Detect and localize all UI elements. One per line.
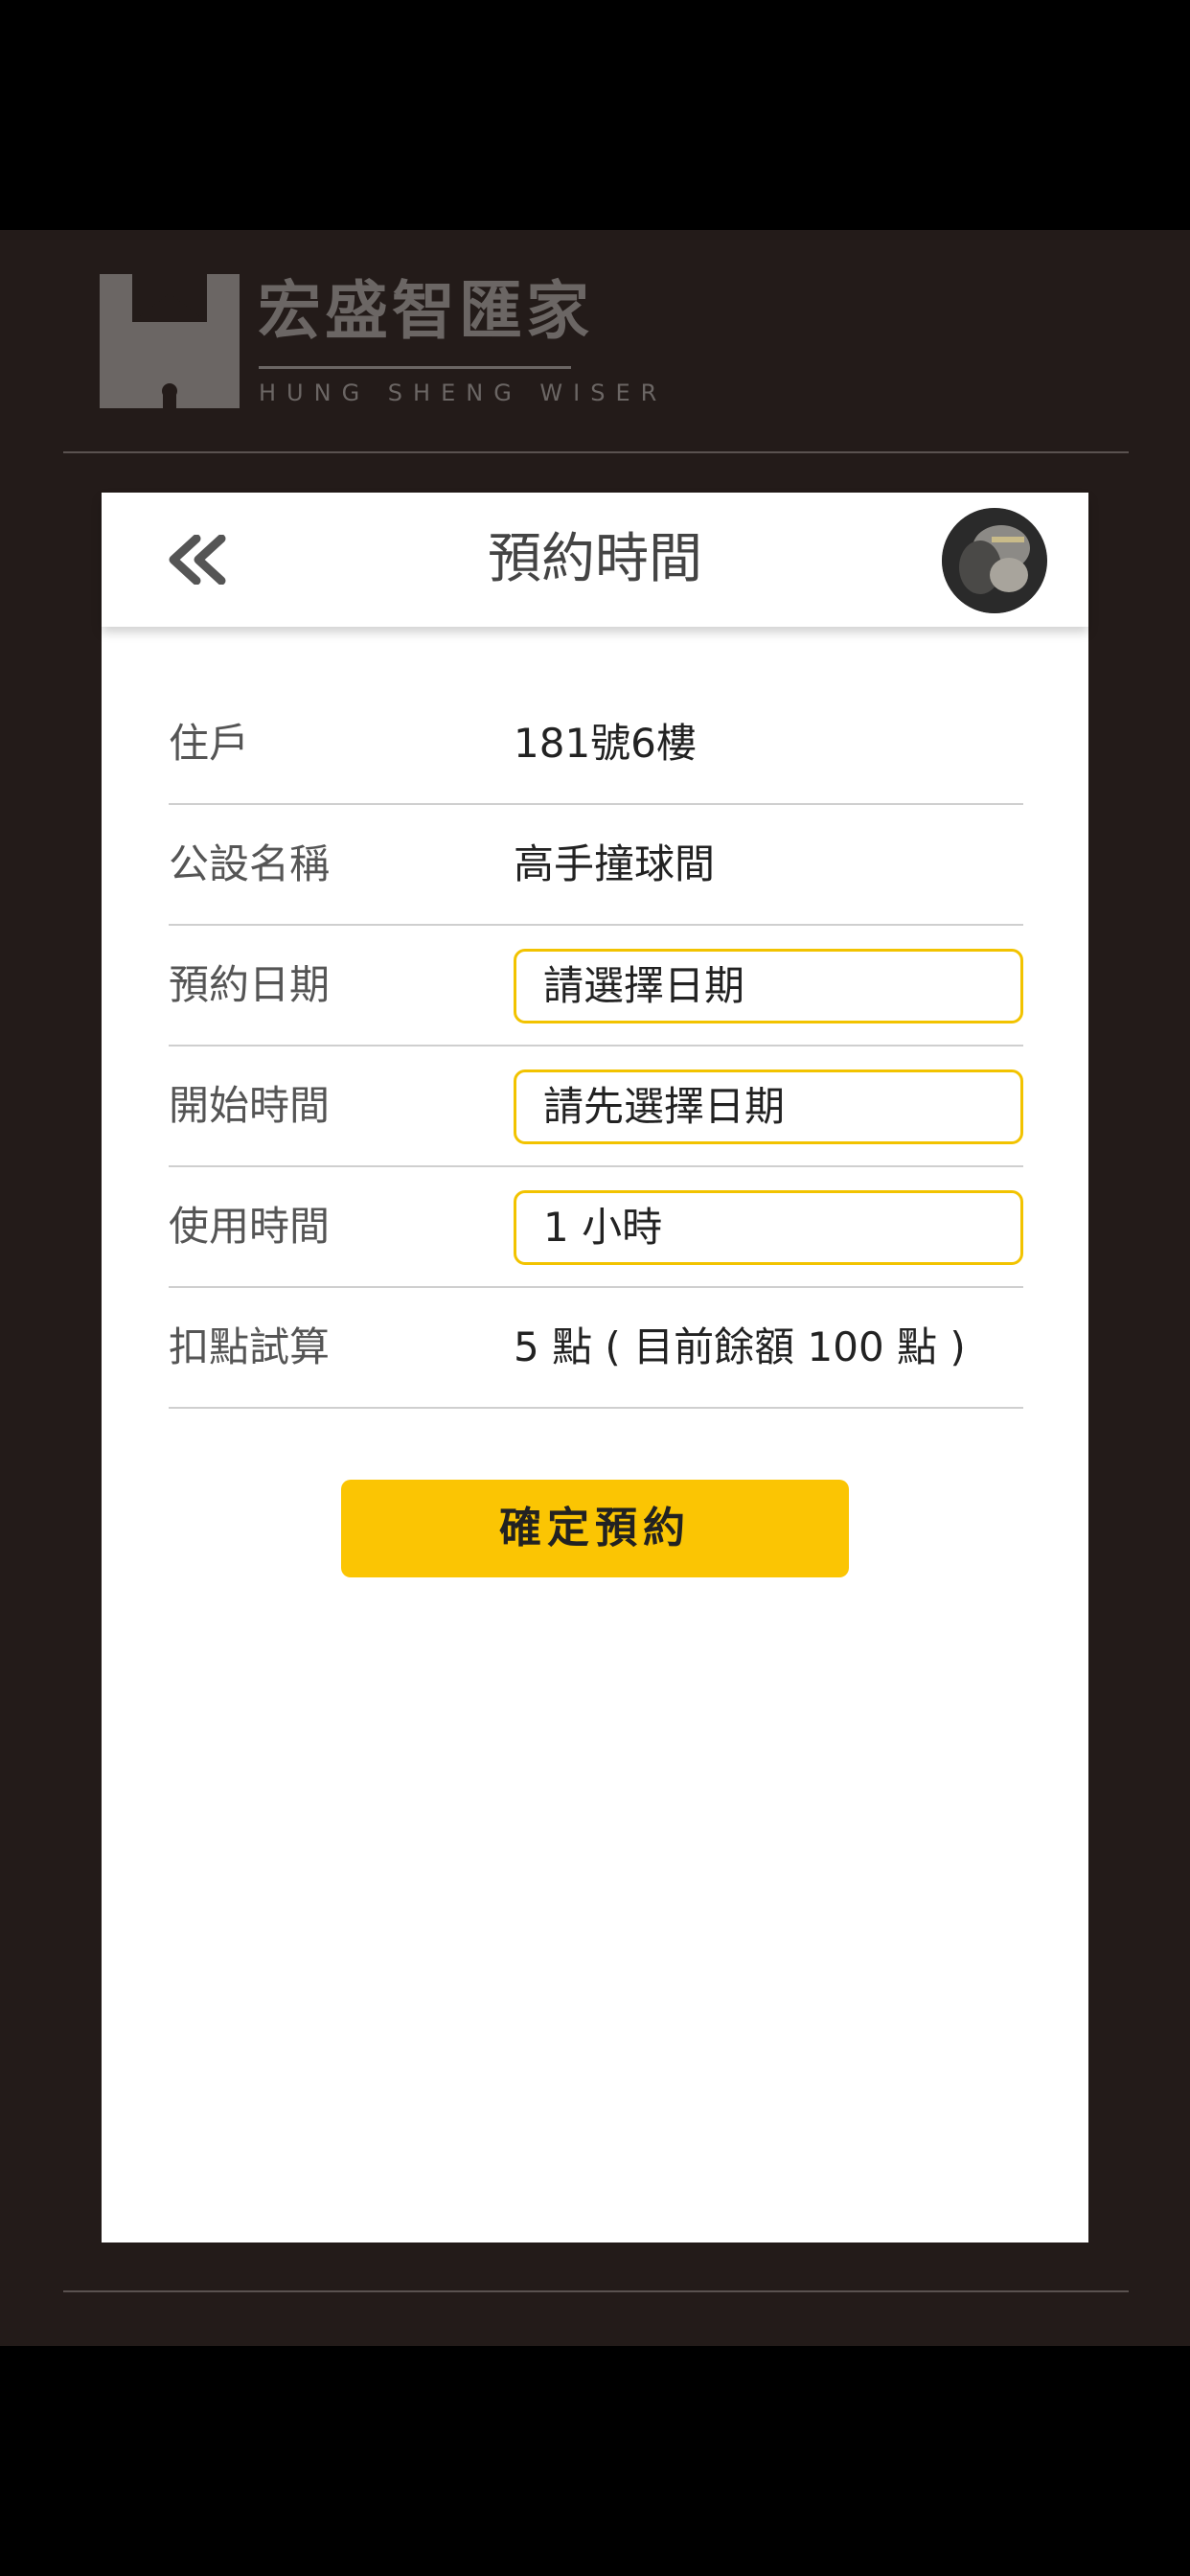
brand-divider (259, 366, 571, 369)
duration-label: 使用時間 (169, 1203, 331, 1250)
row-start-time: 開始時間 請先選擇日期 (169, 1046, 1023, 1167)
confirm-reservation-button[interactable]: 確定預約 (341, 1480, 849, 1577)
house-logo-icon (100, 274, 240, 408)
points-value: 5 點 ( 目前餘額 100 點 ) (514, 1323, 966, 1370)
brand-logo: 宏盛智匯家 HUNG SHENG WISER (100, 274, 656, 410)
facility-label: 公設名稱 (169, 840, 331, 887)
avatar-image-icon (942, 508, 1047, 613)
points-label: 扣點試算 (169, 1323, 331, 1370)
brand-name: 宏盛智匯家 (258, 274, 593, 348)
resident-label: 住戶 (169, 720, 250, 767)
row-points: 扣點試算 5 點 ( 目前餘額 100 點 ) (169, 1288, 1023, 1409)
row-date: 預約日期 請選擇日期 (169, 926, 1023, 1046)
avatar[interactable] (942, 508, 1047, 613)
row-duration: 使用時間 1 小時 (169, 1167, 1023, 1288)
duration-select[interactable]: 1 小時 (514, 1190, 1023, 1265)
divider-bottom (63, 2290, 1129, 2292)
row-resident: 住戶 181號6樓 (169, 684, 1023, 805)
date-label: 預約日期 (169, 961, 331, 1008)
page-title: 預約時間 (488, 528, 702, 590)
navigation-bar-area (0, 2346, 1190, 2576)
divider-top (63, 451, 1129, 453)
date-picker-field[interactable]: 請選擇日期 (514, 949, 1023, 1024)
back-button[interactable] (159, 527, 236, 592)
card-header: 預約時間 (102, 493, 1088, 627)
row-facility: 公設名稱 高手撞球間 (169, 805, 1023, 926)
brand-subtitle: HUNG SHENG WISER (259, 380, 668, 406)
status-bar-area (0, 0, 1190, 230)
reservation-card: 預約時間 住戶 181號6樓 公設名稱 高手撞球間 預約日期 請選擇日期 開始時… (102, 493, 1088, 2242)
reservation-form: 住戶 181號6樓 公設名稱 高手撞球間 預約日期 請選擇日期 開始時間 請先選… (169, 684, 1023, 1409)
facility-value: 高手撞球間 (514, 840, 716, 887)
start-time-label: 開始時間 (169, 1082, 331, 1129)
resident-value: 181號6樓 (514, 720, 697, 767)
start-time-field[interactable]: 請先選擇日期 (514, 1070, 1023, 1144)
double-chevron-left-icon (169, 535, 226, 585)
